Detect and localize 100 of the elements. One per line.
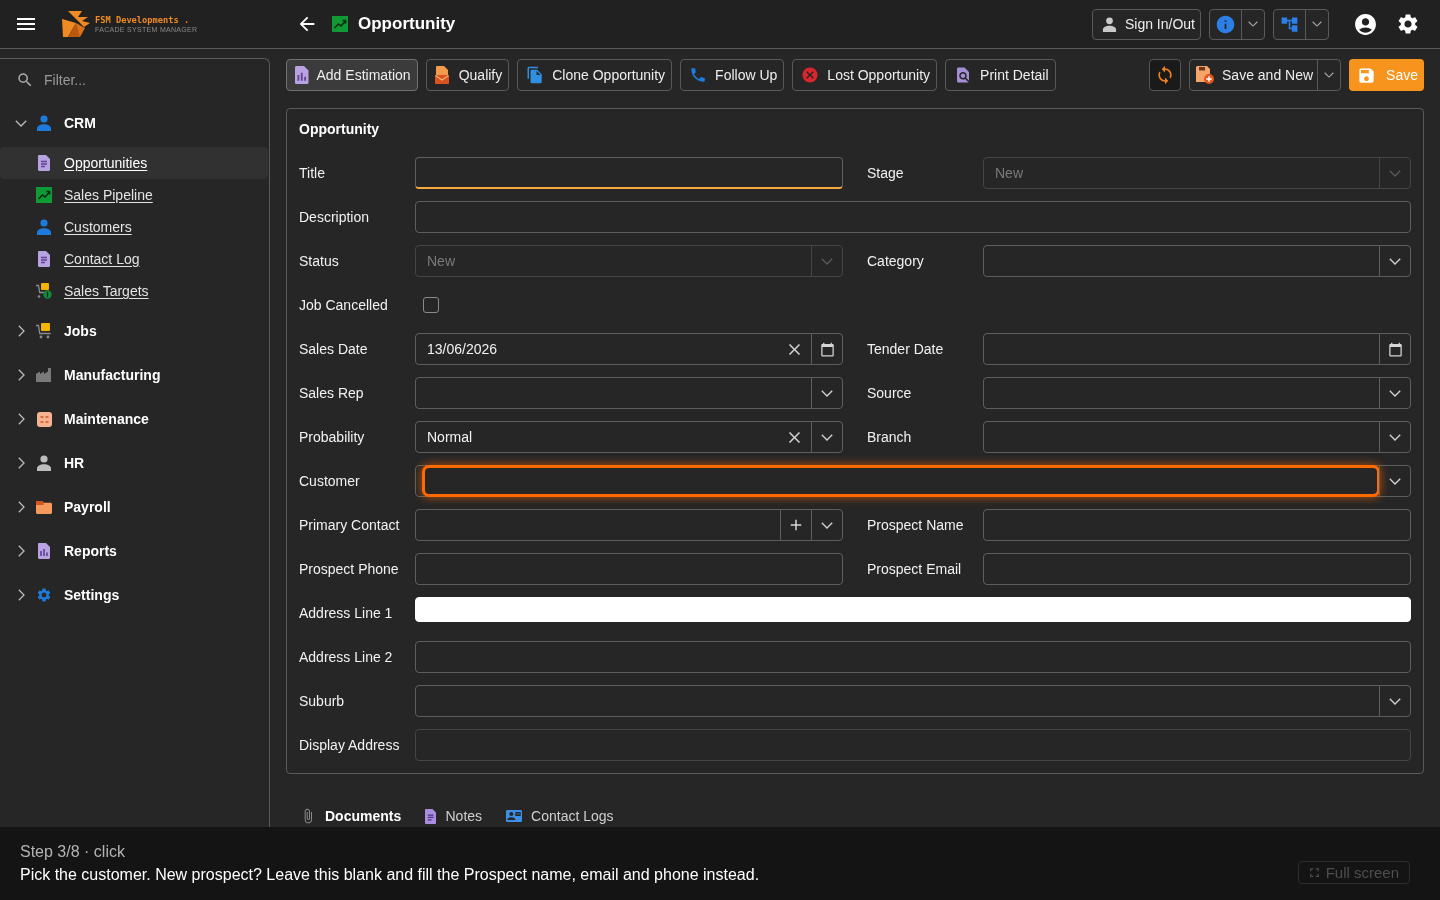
sidebar-group[interactable]: Payroll [0,485,268,529]
date-field[interactable]: 13/06/2026 [415,333,843,365]
sidebar-link[interactable]: Customers [0,211,268,243]
sidebar-group[interactable]: HR [0,441,268,485]
cart-coin-icon [36,283,52,299]
brand-name: FSM Developments . [95,15,191,25]
sidebar-group[interactable]: Reports [0,529,268,573]
settings-icon [36,586,52,604]
save-plus-icon [1196,66,1214,84]
sidebar-group[interactable]: CRM [0,101,268,145]
field-label: Prospect Phone [299,561,399,577]
field-label: Suburb [299,693,345,709]
sidebar-link[interactable]: Opportunities [0,147,268,179]
field-label: Display Address [299,737,400,753]
checklist-icon [36,411,52,427]
field-label: Stage [867,165,904,181]
document-icon [38,155,50,171]
person-icon [36,455,52,471]
logo-icon [62,11,90,37]
account-button[interactable] [1353,11,1378,37]
tab[interactable]: Contact Logs [506,806,614,826]
field-label: Address Line 1 [299,605,393,621]
tab[interactable]: Notes [425,806,483,826]
field-label: Prospect Name [867,517,964,533]
field-label: Status [299,253,339,269]
toolbar-button[interactable]: Add Estimation [286,59,418,91]
tutorial-instruction: Pick the customer. New prospect? Leave this blank and fill the Prospect name, email and phone instead. [20,865,760,885]
chevron-down-icon [1389,697,1401,705]
sidebar-group[interactable]: Manufacturing [0,353,268,397]
person-icon [1101,16,1117,32]
folder-icon [36,500,52,514]
document-envelope-icon [434,66,451,84]
chevron-down-icon [1389,433,1401,441]
dropdown-field[interactable] [415,465,1411,497]
sidebar-link[interactable]: Contact Log [0,243,268,275]
field-label: Category [867,253,924,269]
sidebar-link[interactable]: Sales Targets [0,275,268,307]
copy-icon [526,66,545,84]
person-icon [36,115,52,131]
report-icon [295,66,309,84]
chevron-down-icon [1389,477,1401,485]
refresh-icon [1155,65,1175,85]
tab[interactable]: Documents [300,806,402,826]
calendar-icon [819,341,835,357]
search-icon [16,71,34,89]
field-label: Probability [299,429,365,445]
settings-button[interactable] [1396,12,1420,36]
chevron-down-icon [1389,169,1401,177]
info-icon [1215,13,1236,35]
chevron-down-icon [1324,72,1335,78]
chevron-down-icon [821,433,833,441]
refresh-button[interactable] [1149,59,1181,91]
chevron-down-icon [821,257,833,265]
field-label: Prospect Email [867,561,962,577]
dropdown-field[interactable]: Normal [415,421,843,453]
document-icon [425,808,437,824]
sidebar-group[interactable]: Jobs [0,309,268,353]
text-field[interactable] [415,641,1411,673]
field-label: Branch [867,429,912,445]
lookup-field[interactable] [415,509,843,541]
toolbar-button[interactable]: Follow Up [680,59,785,91]
toolbar-button[interactable]: Qualify [425,59,510,91]
chevron-down-icon [1389,389,1401,397]
sidebar-group[interactable]: Settings [0,573,268,617]
field-label: Customer [299,473,360,489]
field-label: Sales Rep [299,385,364,401]
toolbar-button[interactable]: Print Detail [945,59,1056,91]
save-icon [1357,65,1377,85]
chevron-down-icon [1389,257,1401,265]
field-label: Sales Date [299,341,368,357]
text-field[interactable] [415,157,843,189]
field-label: Description [299,209,370,225]
field-label: Job Cancelled [299,297,388,313]
text-field[interactable] [415,553,843,585]
field-label: Address Line 2 [299,649,393,665]
filter-field[interactable]: Filter... [44,70,244,90]
sidebar-link[interactable]: Sales Pipeline [0,179,268,211]
chart-icon [36,187,52,203]
chevron-down-icon [1248,21,1258,27]
settings-icon [1396,12,1420,36]
contact-card-icon [506,808,523,824]
chevron-down-icon [1312,21,1322,27]
value-input[interactable]: Normal [416,422,785,452]
sign-in-button[interactable]: Sign In/Out [1091,8,1201,40]
phone-icon [689,66,708,84]
sidebar-group[interactable]: Maintenance [0,397,268,441]
document-icon [38,251,50,267]
step-indicator: Step 3/8 · click [20,842,125,862]
cart-icon [36,323,52,339]
report-icon [38,543,50,559]
text-field[interactable] [415,201,1411,233]
person-icon [36,219,52,235]
toolbar-button[interactable]: Lost Opportunity [792,59,938,91]
checkbox[interactable] [423,297,439,313]
text-field[interactable] [983,553,1411,585]
calendar-icon [1387,341,1403,357]
chevron-down-icon [821,389,833,397]
toolbar-button[interactable]: Clone Opportunity [517,59,673,91]
value-input[interactable]: 13/06/2026 [416,334,785,364]
text-field[interactable] [983,509,1411,541]
